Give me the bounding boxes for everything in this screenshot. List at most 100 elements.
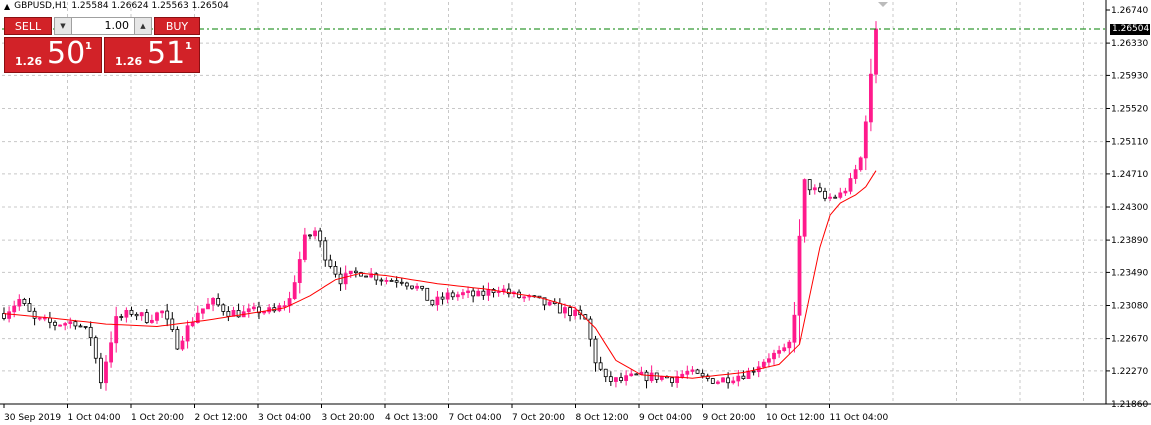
candle <box>751 367 756 376</box>
candle-body <box>598 362 603 370</box>
candle-body <box>17 299 22 307</box>
candle-body <box>42 317 47 320</box>
candle <box>399 277 404 286</box>
candle <box>710 378 715 384</box>
candle-body <box>149 319 154 323</box>
candle <box>231 306 236 317</box>
candle-body <box>139 312 144 317</box>
candle-body <box>190 322 195 327</box>
candle <box>93 335 98 364</box>
candle-body <box>731 380 736 384</box>
candle-body <box>297 259 302 283</box>
buy-price-fraction: 1 <box>185 41 192 52</box>
candle-body <box>721 377 725 383</box>
candle-body <box>22 299 27 304</box>
candle <box>323 237 328 267</box>
candle-body <box>670 377 674 383</box>
candle <box>139 311 144 321</box>
sell-quote[interactable]: 1.26 50 1 <box>4 36 102 73</box>
candle-body <box>710 378 715 384</box>
lot-size-field[interactable]: ▼ 1.00 ▲ <box>54 17 152 35</box>
candle <box>389 278 394 282</box>
candle <box>68 317 73 329</box>
candle-body <box>481 290 486 296</box>
candle <box>767 353 771 368</box>
candle <box>476 288 481 297</box>
candle <box>415 283 419 291</box>
candle <box>308 234 312 240</box>
candle <box>670 377 674 387</box>
ohlc-values: 1.25584 1.26624 1.25563 1.26504 <box>71 1 229 11</box>
candle <box>792 302 797 353</box>
candle <box>114 306 119 353</box>
candle-body <box>114 316 119 344</box>
candle <box>160 310 164 318</box>
candle <box>27 297 32 312</box>
candle-body <box>659 376 664 380</box>
candle <box>78 323 83 328</box>
candle-body <box>216 297 221 306</box>
x-tick-label: 3 Oct 04:00 <box>258 413 311 423</box>
candle-body <box>807 179 812 191</box>
candle-body <box>292 282 297 299</box>
candle-body <box>843 190 848 194</box>
decrease-lot-icon[interactable]: ▼ <box>55 18 72 34</box>
candle-body <box>563 307 567 314</box>
candle-body <box>761 361 766 368</box>
increase-lot-icon[interactable]: ▲ <box>134 18 151 34</box>
x-tick-label: 9 Oct 20:00 <box>703 413 756 423</box>
candle <box>874 21 878 84</box>
candle <box>83 326 88 330</box>
candle-body <box>858 157 863 171</box>
candle <box>695 368 700 374</box>
candle-body <box>777 350 782 354</box>
candle-body <box>818 187 822 192</box>
buy-quote[interactable]: 1.26 51 1 <box>104 36 200 73</box>
buy-button[interactable]: BUY <box>154 17 200 35</box>
candle <box>410 285 414 290</box>
candle <box>165 303 170 327</box>
candle-body <box>629 373 634 377</box>
candle <box>425 287 430 301</box>
candle-body <box>78 325 83 328</box>
candle-body <box>221 304 226 312</box>
candle-body <box>129 309 134 315</box>
candle <box>812 184 817 195</box>
candle-body <box>68 321 73 324</box>
candle <box>175 326 180 350</box>
candle <box>496 286 501 297</box>
time-axis: 30 Sep 2019 1 Oct 04:00 1 Oct 20:00 2 Oct 1… <box>3 404 888 423</box>
candle-body <box>119 316 124 318</box>
candle-body <box>12 305 17 313</box>
candle <box>736 370 741 387</box>
candle <box>53 320 57 331</box>
candle-body <box>614 377 618 382</box>
y-tick-label: 1.25520 <box>1111 105 1148 115</box>
candle-body <box>608 376 613 382</box>
candle <box>818 182 822 193</box>
candle-body <box>124 309 129 318</box>
candle <box>619 372 623 384</box>
candle-body <box>792 314 797 343</box>
candle <box>226 306 231 322</box>
candle-body <box>27 303 32 312</box>
candle <box>823 187 827 202</box>
candle-body <box>445 292 450 300</box>
candle <box>853 164 858 184</box>
candle-body <box>93 337 98 359</box>
candle-body <box>644 371 649 382</box>
candle-body <box>853 169 858 179</box>
candle <box>624 370 629 386</box>
candle <box>858 156 863 172</box>
candle-body <box>430 299 435 306</box>
candle <box>466 286 470 299</box>
y-tick-label: 1.24710 <box>1111 170 1148 180</box>
expand-arrow-icon[interactable]: ▲ <box>4 2 10 11</box>
candle-body <box>7 311 11 319</box>
x-tick-label: 1 Oct 04:00 <box>68 413 121 423</box>
candle-body <box>410 285 414 289</box>
candle <box>675 370 680 388</box>
lot-size-value[interactable]: 1.00 <box>105 18 130 34</box>
sell-button[interactable]: SELL <box>4 17 52 35</box>
candle-body <box>741 375 746 379</box>
